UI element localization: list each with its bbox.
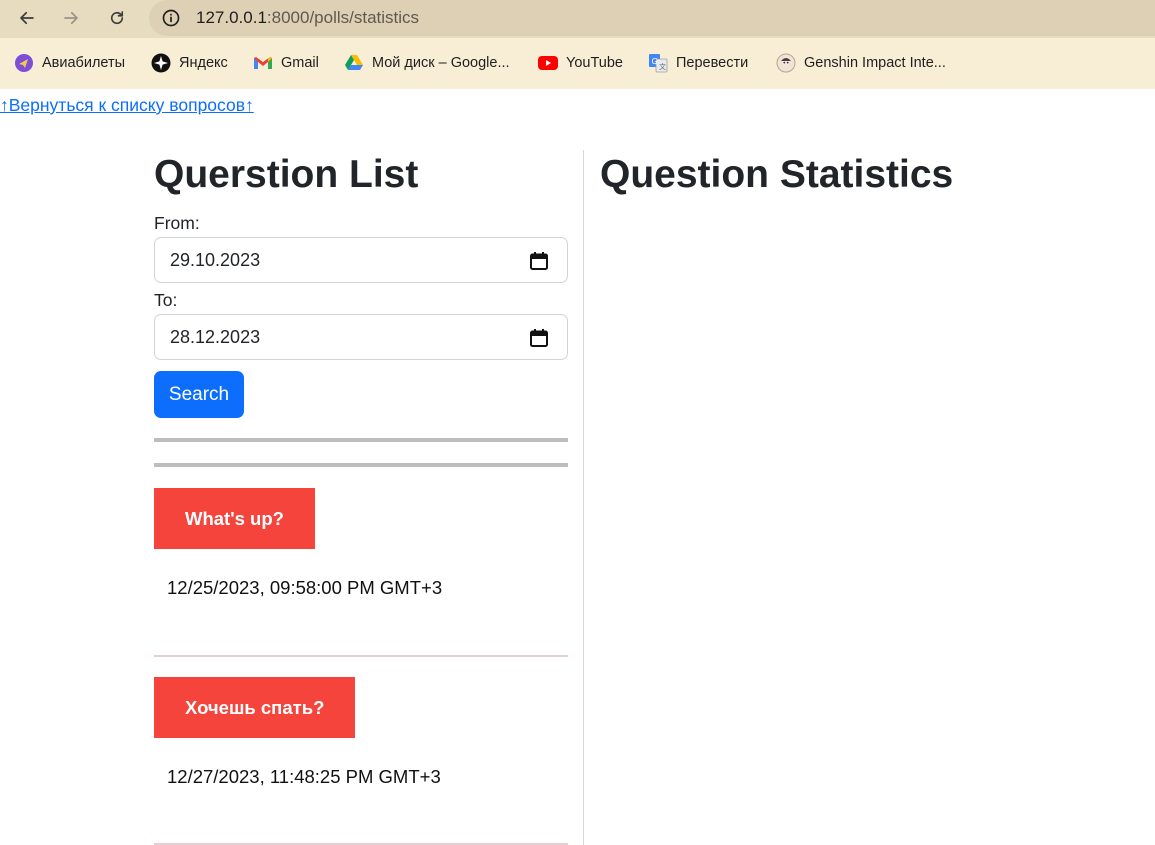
question-list-title: Querstion List — [154, 153, 419, 196]
gmail-icon — [253, 53, 273, 73]
to-date-input[interactable]: 28.12.2023 — [154, 314, 568, 360]
calendar-icon[interactable] — [529, 328, 549, 348]
translate-icon: G文 — [648, 53, 668, 73]
youtube-icon — [538, 53, 558, 73]
question-statistics-title: Question Statistics — [600, 153, 954, 196]
google-drive-icon — [344, 53, 364, 73]
bookmarks-bar: Авиабилеты Яндекс Gmail Мой диск – Googl… — [0, 38, 1155, 89]
bookmark-label: Авиабилеты — [42, 55, 126, 71]
bookmark-google-drive[interactable]: Мой диск – Google... — [344, 51, 510, 75]
bookmark-label: Мой диск – Google... — [372, 55, 510, 71]
bookmark-translate[interactable]: G文 Перевести — [648, 51, 748, 75]
column-divider — [583, 150, 584, 845]
bookmark-genshin[interactable]: Genshin Impact Inte... — [776, 51, 946, 75]
reload-icon — [110, 11, 124, 25]
question-date: 12/25/2023, 09:58:00 PM GMT+3 — [167, 577, 443, 598]
divider — [154, 438, 568, 442]
bookmark-label: YouTube — [566, 55, 623, 71]
back-button[interactable] — [12, 4, 42, 32]
url-host: 127.0.0.1 — [196, 8, 267, 27]
bookmark-label: Gmail — [281, 55, 319, 71]
question-separator — [154, 655, 568, 657]
bookmark-aviabilety[interactable]: Авиабилеты — [14, 51, 125, 75]
calendar-icon[interactable] — [529, 251, 549, 271]
forward-button[interactable] — [56, 4, 86, 32]
question-statistics-panel: Question Statistics — [600, 150, 1140, 200]
svg-text:G: G — [652, 57, 658, 66]
back-to-questions-link[interactable]: ↑Вернуться к списку вопросов↑ — [0, 95, 254, 116]
arrow-right-icon — [64, 11, 78, 25]
from-label: From: — [154, 213, 200, 233]
from-date-input[interactable]: 29.10.2023 — [154, 237, 568, 283]
bookmark-label: Перевести — [676, 55, 749, 71]
browser-toolbar: 127.0.0.1:8000/polls/statistics — [0, 0, 1155, 38]
bookmark-gmail[interactable]: Gmail — [253, 51, 319, 75]
url-path: :8000/polls/statistics — [266, 8, 420, 27]
question-button-whats-up[interactable]: What's up? — [154, 488, 315, 549]
url-text[interactable]: 127.0.0.1:8000/polls/statistics — [196, 8, 419, 28]
bookmark-label: Genshin Impact Inte... — [804, 55, 946, 71]
search-button[interactable]: Search — [154, 371, 244, 418]
bookmark-yandex[interactable]: Яндекс — [151, 51, 228, 75]
svg-text:文: 文 — [659, 62, 666, 71]
yandex-icon — [151, 53, 171, 73]
address-bar[interactable]: 127.0.0.1:8000/polls/statistics — [149, 0, 1155, 36]
to-label: To: — [154, 290, 178, 310]
bookmark-label: Яндекс — [179, 55, 228, 71]
question-date: 12/27/2023, 11:48:25 PM GMT+3 — [167, 766, 441, 787]
arrow-left-icon — [20, 11, 34, 25]
bookmark-youtube[interactable]: YouTube — [538, 51, 623, 75]
info-icon[interactable] — [161, 8, 181, 28]
reload-button[interactable] — [102, 4, 132, 32]
to-date-value: 28.12.2023 — [170, 327, 261, 347]
genshin-icon — [776, 53, 796, 73]
divider — [154, 463, 568, 467]
from-date-value: 29.10.2023 — [170, 250, 261, 270]
aviabilety-icon — [14, 53, 34, 73]
question-button-hochesh-spat[interactable]: Хочешь спать? — [154, 677, 356, 738]
